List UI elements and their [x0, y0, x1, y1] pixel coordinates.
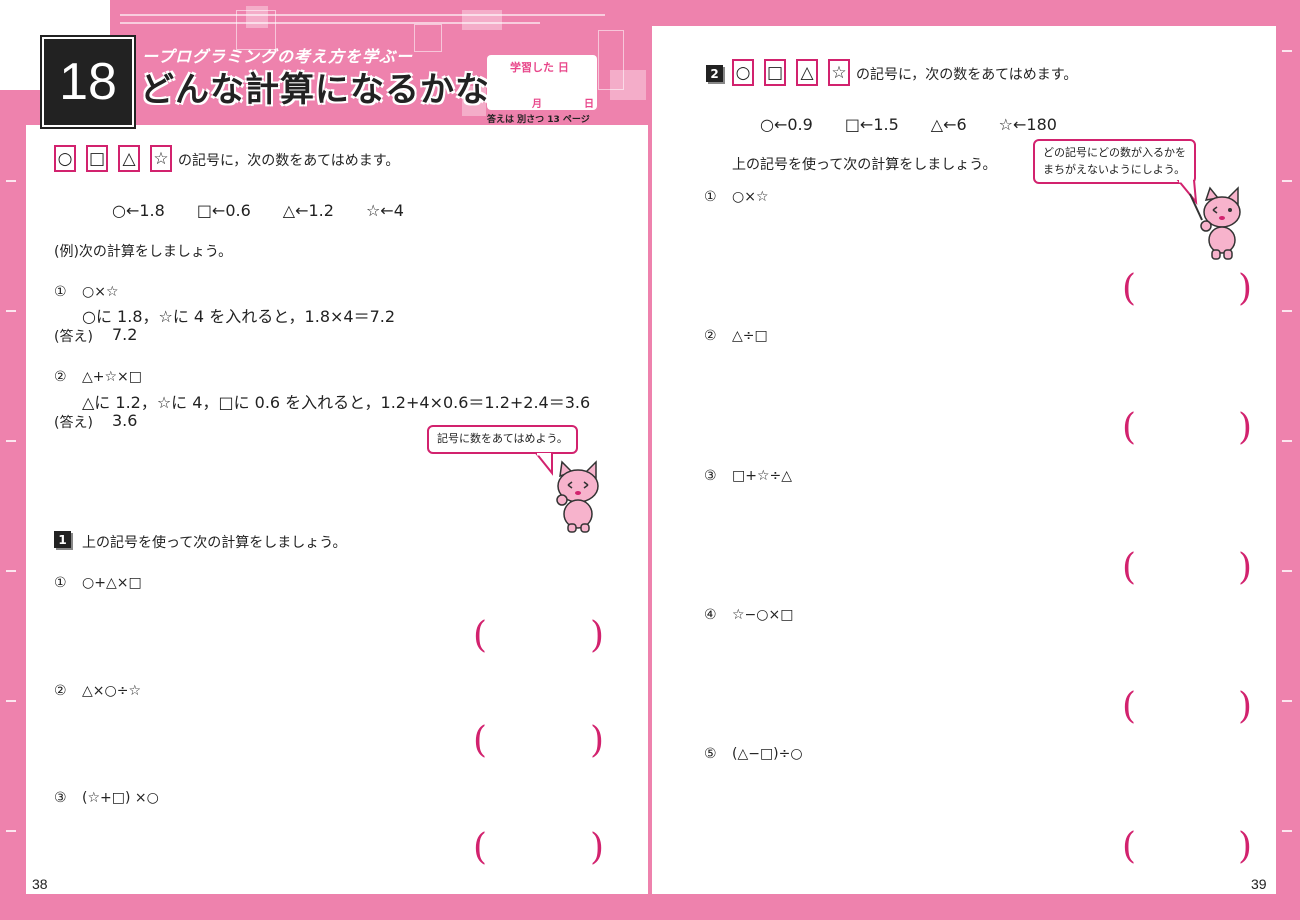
- example-2-answer: 3.6: [112, 411, 138, 430]
- q2-item-3-number: ③: [704, 468, 717, 484]
- q2-item-2-number: ②: [704, 328, 717, 344]
- answer-paren-open: (: [1122, 826, 1137, 867]
- question-2-number: 2: [706, 65, 723, 82]
- answer-paren-open: (: [1122, 686, 1137, 727]
- answer-paren-close: ): [1238, 407, 1253, 448]
- study-date-label: 学習した 日: [510, 61, 569, 74]
- answer-paren-close: ): [1238, 547, 1253, 588]
- q1-item-1-expression: ○+△×□: [82, 575, 142, 591]
- q1-item-3-number: ③: [54, 790, 67, 806]
- symbol-circle: ○: [732, 59, 754, 86]
- cat-mascot-icon: [556, 460, 599, 533]
- lesson-number: 18: [40, 35, 136, 129]
- example-1-answer: 7.2: [112, 325, 138, 344]
- day-label: 日: [584, 99, 594, 110]
- answer-paren-open: (: [1122, 268, 1137, 309]
- symbol-square: □: [86, 145, 108, 172]
- answer-paren-close: ): [590, 720, 605, 761]
- instruction-right: 上の記号を使って次の計算をしましょう。: [732, 157, 997, 173]
- symbol-triangle: △: [118, 145, 140, 172]
- answer-reference: 答えは 別さつ 13 ページ: [487, 115, 590, 125]
- q1-item-2-expression: △×○÷☆: [82, 683, 141, 699]
- intro-text-right: の記号に，次の数をあてはめます。: [856, 67, 1078, 83]
- q1-item-3-expression: (☆+□) ×○: [82, 790, 159, 806]
- answer-paren-close: ): [1238, 826, 1253, 867]
- example-2-answer-label: (答え): [54, 415, 93, 431]
- example-2-number: ②: [54, 369, 67, 385]
- example-2-work: △に 1.2，☆に 4，□に 0.6 を入れると，1.2+4×0.6＝1.2+2…: [82, 393, 591, 412]
- lesson-title: どんな計算になるかな?: [140, 70, 511, 110]
- answer-paren-open: (: [1122, 407, 1137, 448]
- answer-paren-open: (: [1122, 547, 1137, 588]
- example-2-expression: △+☆×□: [82, 369, 143, 385]
- example-1-expression: ○×☆: [82, 284, 119, 300]
- q2-item-2-expression: △÷□: [732, 328, 768, 344]
- answer-paren-close: ): [1238, 268, 1253, 309]
- symbol-triangle: △: [796, 59, 818, 86]
- q2-item-4-expression: ☆−○×□: [732, 607, 794, 623]
- question-1-number: 1: [54, 531, 71, 548]
- q2-item-5-expression: (△−□)÷○: [732, 746, 803, 762]
- hint-bubble-right: どの記号にどの数が入るかを まちがえないようにしよう。: [1033, 139, 1196, 184]
- intro-text: の記号に，次の数をあてはめます。: [178, 153, 400, 169]
- example-1-work: ○に 1.8，☆に 4 を入れると，1.8×4＝7.2: [82, 307, 396, 326]
- answer-paren-open: (: [473, 615, 488, 656]
- q2-item-1-number: ①: [704, 189, 717, 205]
- answer-paren-open: (: [473, 720, 488, 761]
- page-number-right: 39: [1251, 876, 1267, 892]
- symbol-star: ☆: [150, 145, 172, 172]
- symbol-star: ☆: [828, 59, 850, 86]
- month-label: 月: [532, 99, 542, 110]
- answer-paren-close: ): [1238, 686, 1253, 727]
- symbol-circle: ○: [54, 145, 76, 172]
- q1-item-2-number: ②: [54, 683, 67, 699]
- question-1-title: 上の記号を使って次の計算をしましょう。: [82, 535, 347, 551]
- hint-bubble-left: 記号に数をあてはめよう。: [427, 425, 578, 454]
- example-title: (例)次の計算をしましょう。: [54, 244, 233, 260]
- right-edge-marks: [1282, 10, 1294, 910]
- answer-paren-open: (: [473, 827, 488, 868]
- q1-item-1-number: ①: [54, 575, 67, 591]
- q2-item-3-expression: □+☆÷△: [732, 468, 793, 484]
- example-1-answer-label: (答え): [54, 329, 93, 345]
- symbol-assignments-right: ○←0.9 □←1.5 △←6 ☆←180: [760, 115, 1057, 134]
- cat-pointer-mascot-icon: [1189, 186, 1241, 260]
- q2-item-5-number: ⑤: [704, 746, 717, 762]
- symbol-square: □: [764, 59, 786, 86]
- q2-item-1-expression: ○×☆: [732, 189, 769, 205]
- answer-paren-close: ): [590, 615, 605, 656]
- symbol-assignments: ○←1.8 □←0.6 △←1.2 ☆←4: [112, 201, 404, 220]
- page-number-left: 38: [32, 876, 48, 892]
- left-edge-marks: [6, 10, 18, 910]
- example-1-number: ①: [54, 284, 67, 300]
- answer-paren-close: ): [590, 827, 605, 868]
- q2-item-4-number: ④: [704, 607, 717, 623]
